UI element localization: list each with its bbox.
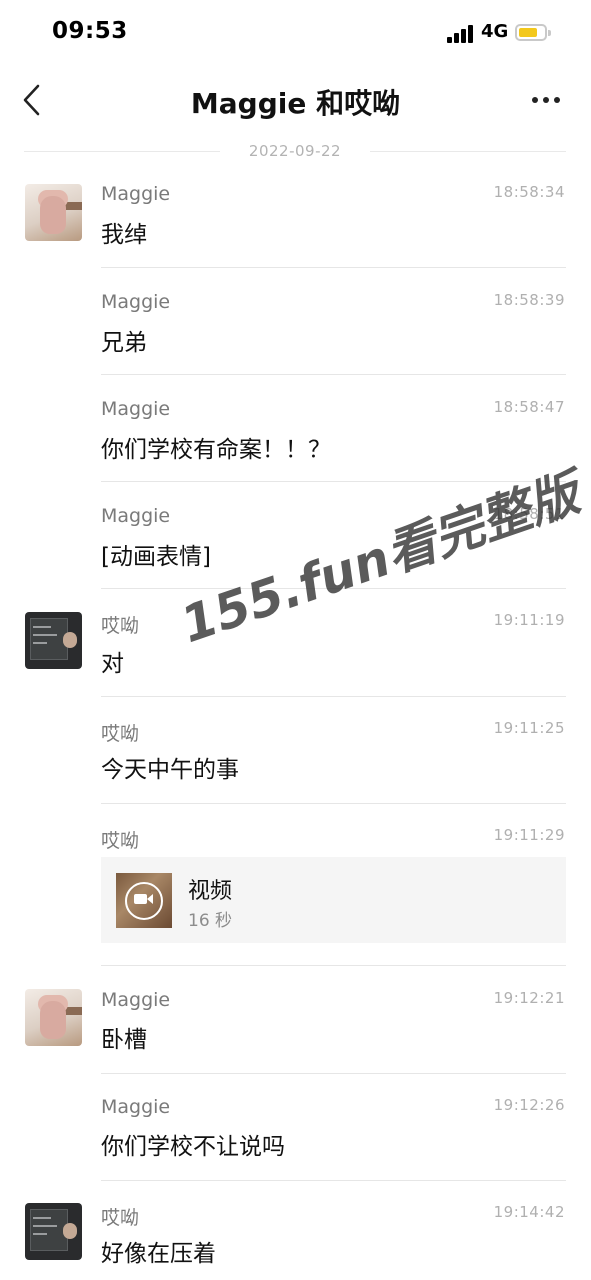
message-text: 今天中午的事 [101, 757, 239, 783]
message-text: 卧槽 [101, 1027, 147, 1053]
message-time: 18:58:47 [493, 398, 565, 416]
message-time: 19:11:19 [493, 611, 565, 629]
avatar[interactable] [25, 1203, 82, 1260]
sender-name: Maggie [101, 291, 171, 313]
more-horizontal-icon[interactable] [524, 82, 568, 118]
status-time: 09:53 [52, 18, 128, 44]
message-row[interactable]: 哎呦 19:14:42 好像在压着 [0, 1203, 591, 1280]
divider [101, 965, 566, 966]
divider [101, 1180, 566, 1181]
message-time: 18:58:34 [493, 183, 565, 201]
message-time: 19:11:25 [493, 719, 565, 737]
message-time: 19:11:29 [493, 826, 565, 844]
message-row[interactable]: Maggie 18:58:47 你们学校有命案！！？ [0, 398, 591, 482]
sender-name: 哎呦 [101, 1207, 140, 1229]
message-text: 兄弟 [101, 330, 147, 356]
message-row[interactable]: 哎呦 19:11:25 今天中午的事 [0, 719, 591, 804]
battery-icon [515, 24, 551, 41]
message-row[interactable]: Maggie 18:58:39 兄弟 [0, 291, 591, 375]
message-text: [动画表情] [101, 544, 211, 570]
message-text: 对 [101, 651, 124, 677]
video-thumbnail [116, 873, 172, 928]
sender-name: Maggie [101, 398, 171, 420]
video-message-card[interactable]: 视频 16 秒 [101, 857, 566, 943]
divider [101, 1073, 566, 1074]
message-time: 19:12:26 [493, 1096, 565, 1114]
video-title: 视频 [188, 879, 233, 904]
battery-level [519, 28, 537, 37]
avatar[interactable] [25, 184, 82, 241]
divider [101, 267, 566, 268]
message-text: 你们学校有命案！！？ [101, 437, 331, 463]
sender-name: Maggie [101, 505, 171, 527]
message-row[interactable]: Maggie 19:12:26 你们学校不让说吗 [0, 1096, 591, 1181]
nav-bar: Maggie 和哎呦 [0, 66, 591, 132]
message-time: 19:14:42 [493, 1203, 565, 1221]
sender-name: 哎呦 [101, 615, 140, 637]
avatar[interactable] [25, 612, 82, 669]
message-time: 19:12:21 [493, 989, 565, 1007]
cellular-signal-icon [447, 25, 477, 43]
divider [101, 696, 566, 697]
divider [101, 374, 566, 375]
network-type: 4G [481, 21, 509, 42]
message-time: 18:58:39 [493, 291, 565, 309]
message-text: 好像在压着 [101, 1241, 216, 1267]
sender-name: 哎呦 [101, 723, 140, 745]
sender-name: 哎呦 [101, 830, 140, 852]
sender-name: Maggie [101, 1096, 171, 1118]
message-text: 你们学校不让说吗 [101, 1134, 285, 1160]
date-divider: 2022-09-22 [24, 140, 566, 164]
message-row[interactable]: Maggie 19:12:21 卧槽 [0, 989, 591, 1074]
avatar[interactable] [25, 989, 82, 1046]
message-row[interactable]: Maggie 18:58:34 我绰 [0, 183, 591, 268]
message-row[interactable]: 哎呦 19:11:19 对 [0, 611, 591, 697]
page-title: Maggie 和哎呦 [190, 87, 401, 120]
sender-name: Maggie [101, 989, 171, 1011]
video-duration: 16 秒 [188, 911, 233, 931]
status-bar: 09:53 4G [0, 0, 591, 66]
divider [101, 803, 566, 804]
sender-name: Maggie [101, 183, 171, 205]
message-text: 我绰 [101, 222, 147, 248]
